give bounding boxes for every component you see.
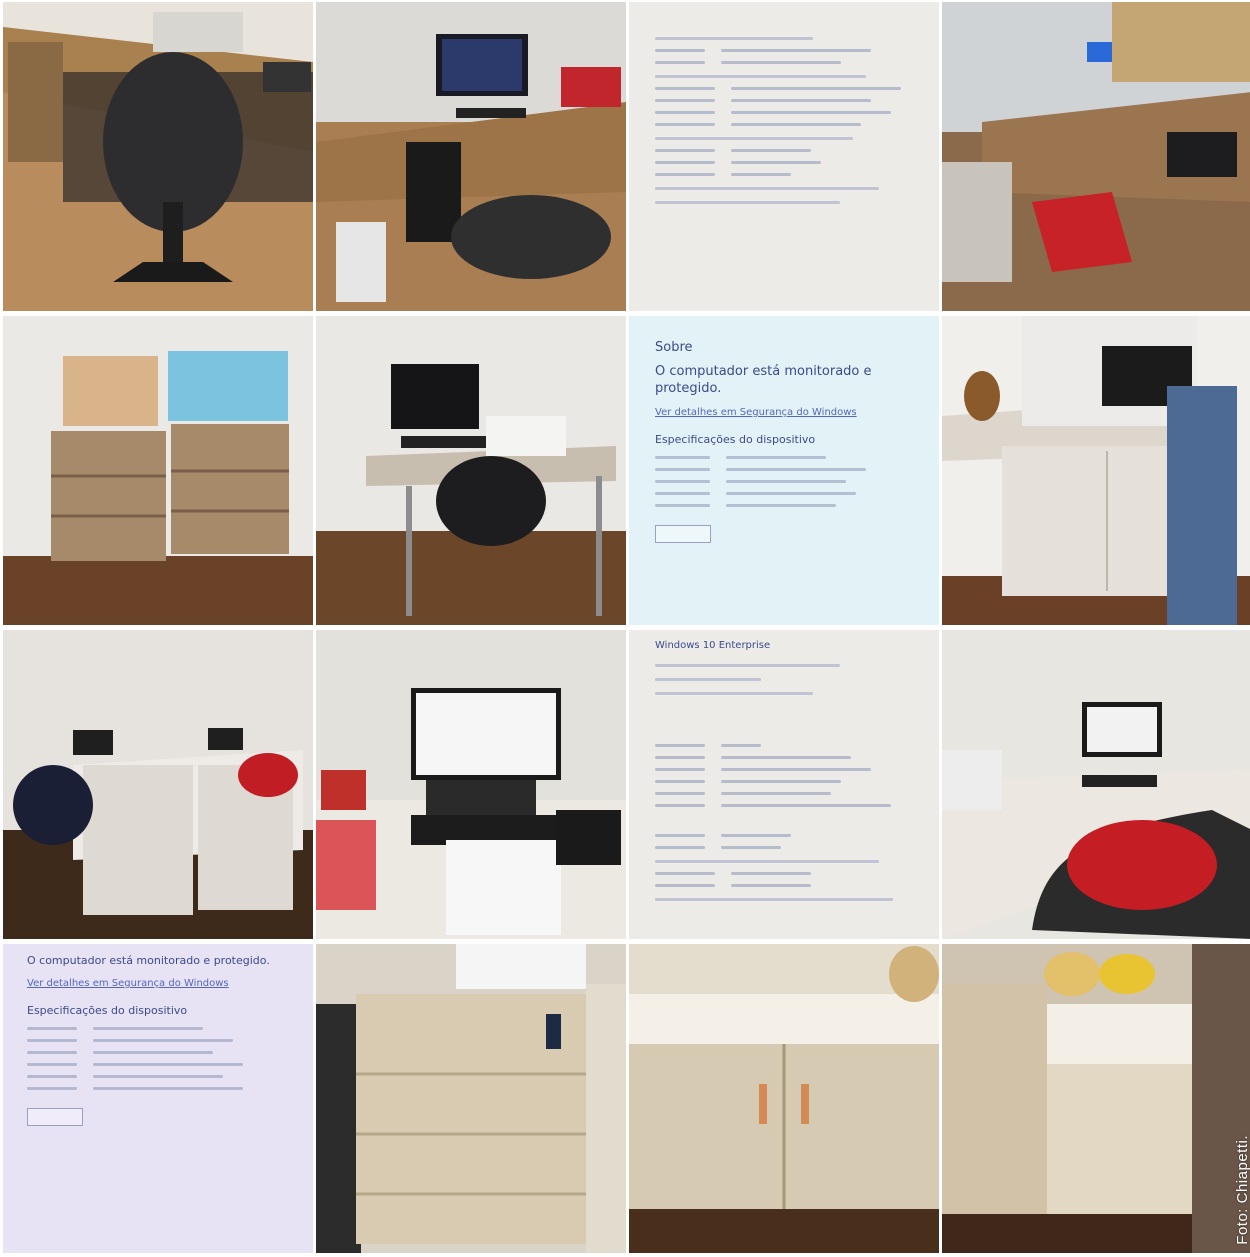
photo-windows-screen: Windows 10 Enterprise <box>629 630 939 939</box>
device-specs-heading: Especificações do dispositivo <box>655 433 816 447</box>
filing-cabinet-illustration <box>316 944 626 1253</box>
open-office-illustration <box>3 630 313 939</box>
photo-small-desk-workstation <box>316 316 626 625</box>
photo-office-room <box>942 2 1250 311</box>
corner-workstation-illustration <box>942 630 1250 939</box>
photo-system-info-screen <box>629 2 939 311</box>
copy-button-outline <box>655 525 711 543</box>
photo-drawer-cabinets <box>3 316 313 625</box>
security-link: Ver detalhes em Segurança do Windows <box>655 406 857 418</box>
windows-edition: Windows 10 Enterprise <box>655 640 771 651</box>
photo-open-office <box>3 630 313 939</box>
office-room-illustration <box>942 2 1250 311</box>
photo-collage: Sobre O computador está monitorado e pro… <box>0 0 1250 1257</box>
photo-about-screen-violet: O computador está monitorado e protegido… <box>3 944 313 1253</box>
about-subtitle: O computador está monitorado e protegido… <box>655 364 872 396</box>
security-link-2: Ver detalhes em Segurança do Windows <box>27 977 229 989</box>
printer-cabinet-illustration <box>942 316 1250 625</box>
photo-filing-cabinet <box>316 944 626 1253</box>
device-specs-heading-2: Especificações do dispositivo <box>27 1004 188 1018</box>
photo-caption: Foto: Chiapetti. <box>1234 1135 1250 1245</box>
corner-desk-illustration <box>316 2 626 311</box>
about-title: Sobre <box>655 340 693 355</box>
photo-corner-desk-monitor <box>316 2 626 311</box>
cabinet-bananas-illustration <box>942 944 1250 1253</box>
photo-printer-cabinet <box>942 316 1250 625</box>
photo-about-screen-blue: Sobre O computador está monitorado e pro… <box>629 316 939 625</box>
low-cabinet-illustration <box>629 944 939 1253</box>
drawer-cabinets-illustration <box>3 316 313 625</box>
photo-cabinet-bananas: Foto: Chiapetti. <box>942 944 1250 1253</box>
monitor-keyboard-illustration <box>316 630 626 939</box>
photo-corner-workstation <box>942 630 1250 939</box>
about-subtitle-2: O computador está monitorado e protegido… <box>27 954 270 967</box>
photo-monitor-keyboard <box>316 630 626 939</box>
workstation-illustration <box>316 316 626 625</box>
photo-desk-with-chair <box>3 2 313 311</box>
copy-button-outline-2 <box>27 1108 83 1126</box>
photo-low-cabinet <box>629 944 939 1253</box>
desk-chair-illustration <box>3 2 313 311</box>
